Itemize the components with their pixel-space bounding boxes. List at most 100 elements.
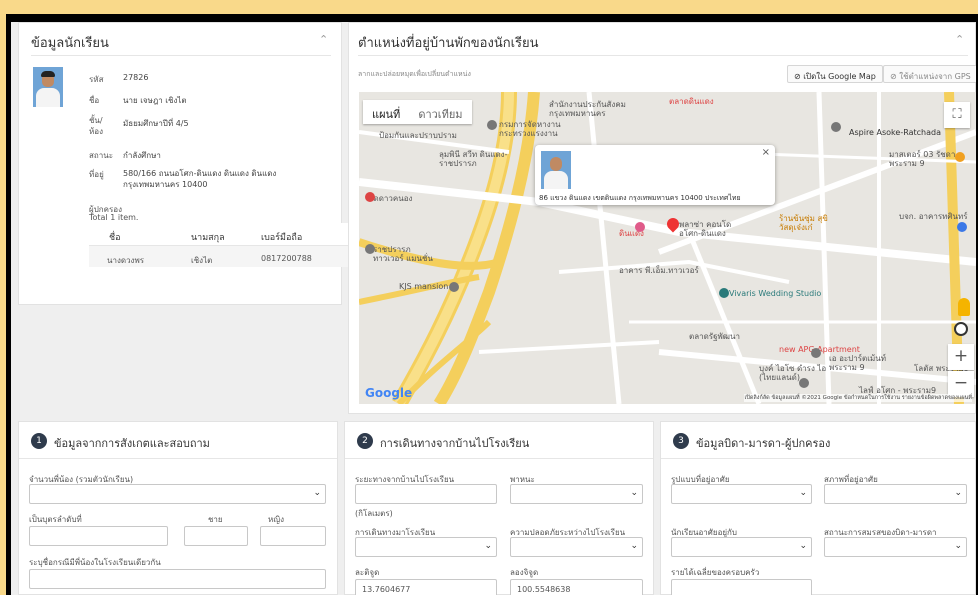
google-map[interactable]: แผนที่ ดาวเทียม ⛶ ตลาดดินแดง สำนักงานประ… xyxy=(359,92,976,404)
longitude-input[interactable]: 100.5548638 xyxy=(510,579,643,595)
map-label: กรมการจัดหางาน กระทรวงแรงงาน xyxy=(499,120,561,138)
section-number-badge: 3 xyxy=(673,433,689,449)
field-value-status: กำลังศึกษา xyxy=(123,151,161,160)
drag-hint: ลากและปล่อยหมุดเพื่อเปลี่ยนตำแหน่ง xyxy=(358,70,471,78)
travel-select[interactable]: ⌄ xyxy=(355,537,497,557)
collapse-chevron-icon[interactable]: ⌃ xyxy=(319,33,328,46)
student-photo xyxy=(33,67,63,107)
place-pin-icon xyxy=(811,348,821,358)
field-value-id: 27826 xyxy=(123,73,149,82)
divider xyxy=(19,458,337,459)
residence-type-select[interactable]: ⌄ xyxy=(671,484,812,504)
map-label: มาสเตอร์ 03 รัชดา-พระราม 9 xyxy=(889,150,959,168)
child-order-label: เป็นบุตรลำดับที่ xyxy=(29,515,82,524)
compass-control[interactable] xyxy=(954,322,968,336)
vehicle-select[interactable]: ⌄ xyxy=(510,484,643,504)
chevron-down-icon: ⌄ xyxy=(954,541,962,551)
student-info-title: ข้อมูลนักเรียน xyxy=(31,36,109,51)
km-label: (กิโลเมตร) xyxy=(355,509,393,518)
same-school-label: ระบุชื่อกรณีมีพี่น้องในโรงเรียนเดียวกัน xyxy=(29,558,161,567)
longitude-label: ลองจิจูด xyxy=(510,568,539,577)
gps-icon: ⊘ xyxy=(890,72,900,81)
place-pin-icon xyxy=(799,378,809,388)
field-label-address: ที่อยู่ xyxy=(89,170,104,179)
info-window-photo xyxy=(541,151,571,189)
table-cell-phone: 0817200788 xyxy=(261,254,312,263)
map-label: ป้อมกันและปราบปราม xyxy=(379,131,457,140)
place-pin-icon xyxy=(365,192,375,202)
lives-with-select[interactable]: ⌄ xyxy=(671,537,812,557)
chevron-down-icon: ⌄ xyxy=(630,541,638,551)
guardian-total: Total 1 item. xyxy=(89,213,139,222)
siblings-select[interactable]: ⌄ xyxy=(29,484,326,504)
chevron-down-icon: ⌄ xyxy=(313,488,321,498)
section-travel: 2 การเดินทางจากบ้านไปโรงเรียน ระยะทางจาก… xyxy=(344,421,654,595)
map-label: บจก. อาคารทศินทร์ xyxy=(899,212,968,221)
place-pin-icon xyxy=(365,244,375,254)
map-label: ร้านข้นซุ่ม สุขิวัสดุเจ๋งเก๋ xyxy=(779,214,828,232)
table-header-surname: นามสกุล xyxy=(191,233,225,243)
table-header-name: ชื่อ xyxy=(109,233,121,243)
income-label: รายได้เฉลี่ยของครอบครัว xyxy=(671,568,760,577)
child-order-input[interactable] xyxy=(29,526,168,546)
table-cell-name: นางดวงพร xyxy=(107,256,145,265)
info-window-address: 86 แขวง ดินแดง เขตดินแดง กรุงเทพมหานคร 1… xyxy=(539,194,741,202)
pegman-icon[interactable] xyxy=(958,298,970,316)
section-number-badge: 1 xyxy=(31,433,47,449)
place-pin-icon xyxy=(955,152,965,162)
info-window-close-icon[interactable]: × xyxy=(762,147,770,158)
section-observation: 1 ข้อมูลจากการสังเกตและสอบถาม จำนวนพี่น้… xyxy=(18,421,338,595)
place-pin-icon xyxy=(449,282,459,292)
map-label: Vivaris Wedding Studio xyxy=(729,289,822,298)
field-value-address: 580/166 ถนนอโศก-ดินแดง ดินแดง ดินแดง กรุ… xyxy=(123,169,277,189)
section-title: ข้อมูลจากการสังเกตและสอบถาม xyxy=(54,437,210,450)
collapse-chevron-icon[interactable]: ⌃ xyxy=(955,33,964,46)
table-cell-surname: เชิงไต xyxy=(191,256,213,265)
place-pin-icon xyxy=(957,222,967,232)
use-gps-button[interactable]: ⊘ ใช้ตำแหน่งจาก GPS xyxy=(883,65,976,83)
map-type-map[interactable]: แผนที่ xyxy=(363,100,409,124)
female-label: หญิง xyxy=(268,515,284,524)
open-google-map-button[interactable]: ⊘ เปิดใน Google Map xyxy=(787,65,883,83)
zoom-in-button[interactable]: + xyxy=(948,344,974,370)
place-pin-icon xyxy=(719,288,729,298)
residence-status-select[interactable]: ⌄ xyxy=(824,484,967,504)
map-label: อาคาร พี.เอ็ม.ทาวเวอร์ xyxy=(619,266,699,275)
field-label-name: ชื่อ xyxy=(89,96,100,105)
latitude-label: ละติจูด xyxy=(355,568,380,577)
distance-input[interactable] xyxy=(355,484,497,504)
map-label: KJS mansion xyxy=(399,282,449,291)
fullscreen-icon[interactable]: ⛶ xyxy=(944,102,970,128)
divider xyxy=(661,458,975,459)
map-label: สำนักงานประกันสังคมกรุงเทพมหานคร xyxy=(549,100,626,118)
female-count-input[interactable] xyxy=(260,526,326,546)
income-input[interactable] xyxy=(671,579,812,595)
map-label: Aspire Asoke-Ratchada xyxy=(849,128,941,137)
field-value-name: นาย เจษฎา เชิงไต xyxy=(123,96,187,105)
table-header-phone: เบอร์มือถือ xyxy=(261,233,303,243)
parent-status-select[interactable]: ⌄ xyxy=(824,537,967,557)
map-label: ตลาดรัฐพัฒนา xyxy=(689,332,740,341)
map-type-control: แผนที่ ดาวเทียม xyxy=(363,100,472,124)
male-count-input[interactable] xyxy=(184,526,248,546)
section-title: การเดินทางจากบ้านไปโรงเรียน xyxy=(380,437,530,450)
chevron-down-icon: ⌄ xyxy=(799,488,807,498)
divider xyxy=(358,55,968,56)
latitude-input[interactable]: 13.7604677 xyxy=(355,579,497,595)
same-school-input[interactable] xyxy=(29,569,326,589)
map-type-satellite[interactable]: ดาวเทียม xyxy=(409,100,471,124)
map-footer: เปิดลิงก์ลัด ข้อมูลแผนที่ ©2021 Google ข… xyxy=(744,394,972,402)
chevron-down-icon: ⌄ xyxy=(630,488,638,498)
place-pin-icon xyxy=(635,222,645,232)
page: ข้อมูลนักเรียน ⌃ รหัส 27826 ชื่อ นาย เจษ… xyxy=(11,22,976,595)
guardian-table: ชื่อ นามสกุล เบอร์มือถือ นางดวงพร เชิงไต… xyxy=(35,223,355,271)
divider xyxy=(345,458,653,459)
safety-select[interactable]: ⌄ xyxy=(510,537,643,557)
student-info-panel: ข้อมูลนักเรียน ⌃ รหัส 27826 ชื่อ นาย เจษ… xyxy=(18,22,355,305)
google-logo: Google xyxy=(365,386,413,400)
chevron-down-icon: ⌄ xyxy=(954,488,962,498)
map-label: เอ อะปาร์ตเม้นท์ พระราม 9 xyxy=(829,354,886,372)
map-label: พลาซ่า คอนโด อโศก-ดินแดง xyxy=(679,220,732,238)
location-title: ตำแหน่งที่อยู่บ้านพักของนักเรียน xyxy=(358,36,539,51)
male-label: ชาย xyxy=(208,515,223,524)
